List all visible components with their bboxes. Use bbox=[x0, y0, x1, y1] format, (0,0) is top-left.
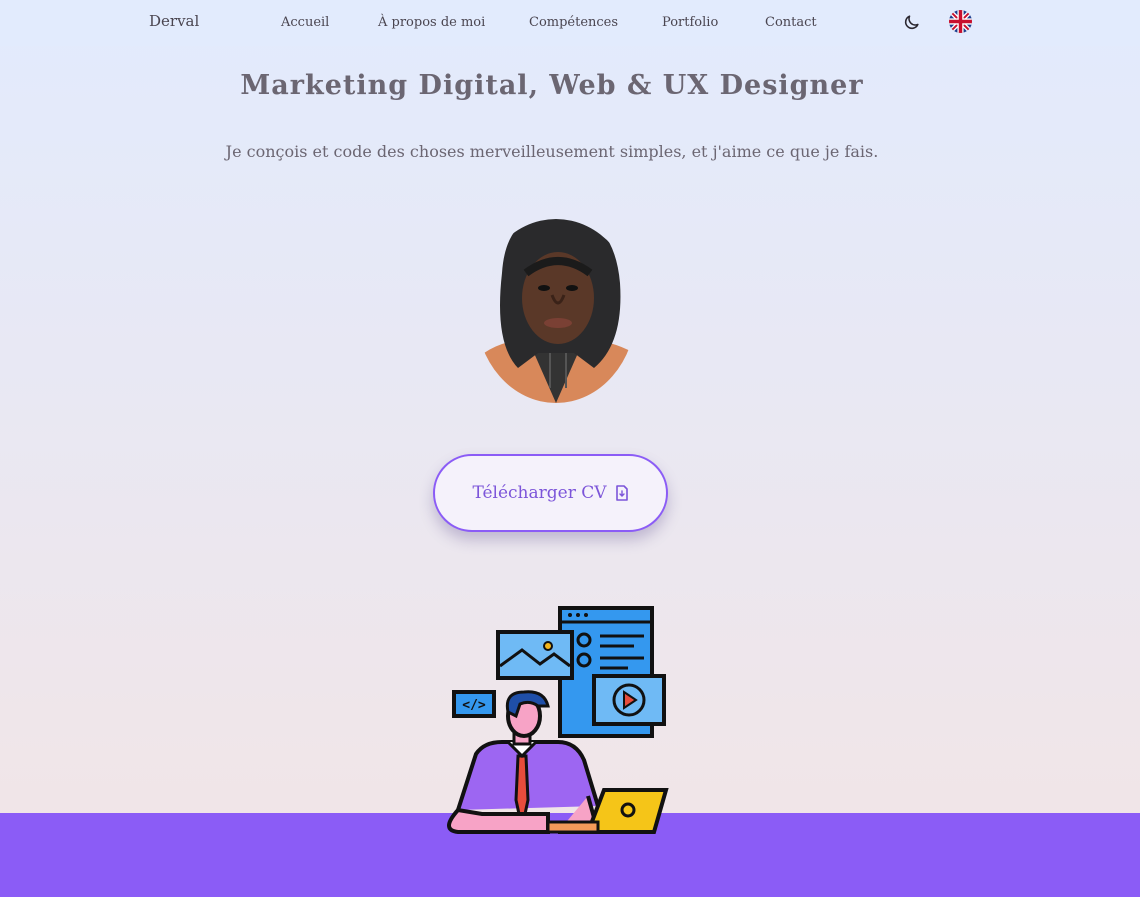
nav-link-competences[interactable]: Compétences bbox=[529, 15, 618, 30]
nav-link-contact[interactable]: Contact bbox=[765, 15, 817, 30]
download-cv-label: Télécharger CV bbox=[472, 483, 607, 503]
nav-link-portfolio[interactable]: Portfolio bbox=[662, 15, 718, 30]
brand-logo[interactable]: Derval bbox=[149, 12, 199, 30]
nav-link-accueil[interactable]: Accueil bbox=[281, 15, 329, 30]
top-navigation: Derval Accueil À propos de moi Compétenc… bbox=[0, 0, 1140, 46]
uk-flag-icon[interactable] bbox=[949, 10, 972, 33]
moon-icon[interactable] bbox=[902, 13, 921, 32]
svg-text:</>: </> bbox=[462, 698, 486, 713]
hero-subtitle: Je conçois et code des choses merveilleu… bbox=[225, 142, 879, 161]
hero-title: Marketing Digital, Web & UX Designer bbox=[240, 70, 864, 101]
download-cv-button[interactable]: Télécharger CV bbox=[433, 454, 668, 532]
file-download-icon bbox=[615, 485, 628, 501]
designer-illustration: </> bbox=[447, 606, 669, 834]
profile-avatar bbox=[476, 219, 636, 403]
nav-link-a-propos[interactable]: À propos de moi bbox=[378, 15, 485, 30]
